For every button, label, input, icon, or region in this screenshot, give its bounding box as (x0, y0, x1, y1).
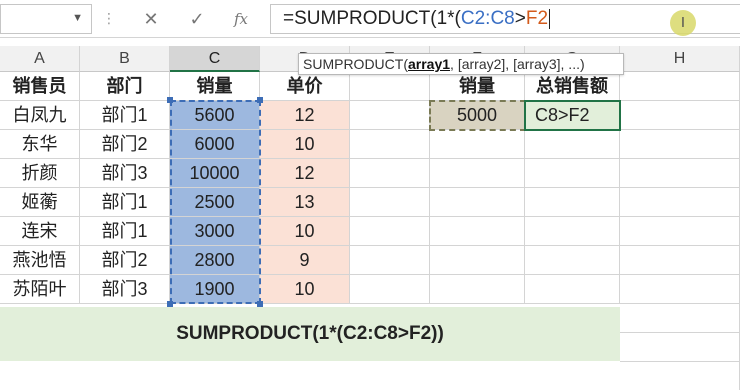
empty-cell[interactable] (620, 159, 740, 188)
empty-cell[interactable] (525, 130, 620, 159)
empty-cell[interactable] (620, 72, 740, 101)
price-cell[interactable]: 13 (260, 188, 350, 217)
empty-cell[interactable] (350, 246, 430, 275)
empty-cell[interactable] (620, 130, 740, 159)
empty-cell[interactable] (620, 101, 740, 130)
empty-cell[interactable] (350, 130, 430, 159)
empty-cell[interactable] (430, 130, 525, 159)
empty-cell[interactable] (525, 275, 620, 304)
col-header-h[interactable]: H (620, 46, 740, 72)
table-cell[interactable]: 部门1 (80, 188, 170, 217)
table-cell[interactable]: 部门3 (80, 159, 170, 188)
empty-cell[interactable] (525, 246, 620, 275)
resize-handle[interactable] (257, 97, 263, 103)
price-cell[interactable]: 10 (260, 130, 350, 159)
empty-cell[interactable] (350, 159, 430, 188)
formula-cell-ref: F2 (525, 8, 549, 29)
empty-cell[interactable] (430, 246, 525, 275)
table-cell[interactable]: 部门2 (80, 246, 170, 275)
table-cell[interactable]: 东华 (0, 130, 80, 159)
function-tooltip[interactable]: SUMPRODUCT(array1, [array2], [array3], .… (298, 53, 624, 75)
price-cell[interactable]: 12 (260, 101, 350, 130)
formula-operator: > (514, 8, 526, 29)
empty-cell[interactable] (350, 275, 430, 304)
header-salesperson[interactable]: 销售员 (0, 72, 80, 101)
table-cell[interactable]: 苏陌叶 (0, 275, 80, 304)
empty-cell[interactable] (350, 101, 430, 130)
sales-cell[interactable]: 2800 (170, 246, 260, 275)
empty-cell[interactable] (620, 188, 740, 217)
enter-button[interactable]: ✓ (182, 7, 212, 31)
resize-handle[interactable] (167, 97, 173, 103)
header-sales-volume[interactable]: 销量 (170, 72, 260, 101)
empty-cell[interactable] (430, 188, 525, 217)
cancel-button[interactable]: ✕ (136, 7, 166, 31)
empty-cell[interactable] (620, 217, 740, 246)
col-header-b[interactable]: B (80, 46, 170, 72)
tooltip-current-arg[interactable]: array1 (408, 56, 450, 72)
sales-cell[interactable]: 3000 (170, 217, 260, 246)
table-cell[interactable]: 折颜 (0, 159, 80, 188)
drag-handle-icon[interactable]: ⋮ (102, 10, 116, 27)
price-cell[interactable]: 10 (260, 217, 350, 246)
col-header-a[interactable]: A (0, 46, 80, 72)
table-cell[interactable]: 部门3 (80, 275, 170, 304)
price-cell[interactable]: 12 (260, 159, 350, 188)
table-cell[interactable]: 部门2 (80, 130, 170, 159)
table-cell[interactable]: 部门1 (80, 101, 170, 130)
table-cell[interactable]: 部门1 (80, 217, 170, 246)
empty-cell[interactable] (350, 217, 430, 246)
empty-cell[interactable] (430, 275, 525, 304)
sales-cell[interactable]: 2500 (170, 188, 260, 217)
empty-cell[interactable] (620, 304, 740, 333)
empty-cell[interactable] (525, 188, 620, 217)
empty-cell[interactable] (620, 362, 740, 390)
sales-cell[interactable]: 1900 (170, 275, 260, 304)
empty-cell[interactable] (525, 217, 620, 246)
empty-cell[interactable] (350, 188, 430, 217)
empty-cell[interactable] (620, 275, 740, 304)
price-cell[interactable]: 9 (260, 246, 350, 275)
empty-cell[interactable] (430, 159, 525, 188)
tooltip-rest-args: , [array2], [array3], ...) (450, 56, 585, 72)
sales-cell[interactable]: 6000 (170, 130, 260, 159)
empty-cell[interactable] (620, 246, 740, 275)
empty-cell[interactable] (350, 72, 430, 101)
empty-cell[interactable] (525, 159, 620, 188)
side-header-total[interactable]: 总销售额 (525, 72, 620, 101)
price-cell[interactable]: 10 (260, 275, 350, 304)
text-cursor-icon: I (670, 10, 696, 36)
active-edit-cell[interactable]: C8>F2 (525, 101, 620, 130)
table-cell[interactable]: 燕池悟 (0, 246, 80, 275)
table-cell[interactable]: 姬蘅 (0, 188, 80, 217)
header-unit-price[interactable]: 单价 (260, 72, 350, 101)
table-cell[interactable]: 连宋 (0, 217, 80, 246)
header-department[interactable]: 部门 (80, 72, 170, 101)
name-box[interactable]: ▼ (0, 4, 92, 34)
empty-cell[interactable] (430, 217, 525, 246)
formula-caption-banner: SUMPRODUCT(1*(C2:C8>F2)) (0, 307, 620, 361)
text-caret (549, 8, 551, 29)
chevron-down-icon[interactable]: ▼ (72, 12, 83, 24)
criteria-value-cell[interactable]: 5000 (430, 101, 525, 130)
formula-bar: ▼ ⋮ ✕ ✓ fx =SUMPRODUCT(1*(C2:C8>F2 I (0, 0, 740, 38)
empty-cell[interactable] (620, 333, 740, 362)
side-header-volume[interactable]: 销量 (430, 72, 525, 101)
table-cell[interactable]: 白凤九 (0, 101, 80, 130)
tooltip-fn: SUMPRODUCT( (303, 56, 408, 72)
formula-range-ref: C2:C8 (460, 8, 515, 29)
formula-prefix: =SUMPRODUCT(1*( (283, 8, 461, 29)
sales-cell[interactable]: 5600 (170, 101, 260, 130)
insert-function-button[interactable]: fx (226, 7, 256, 31)
col-header-c[interactable]: C (170, 46, 260, 72)
sales-cell[interactable]: 10000 (170, 159, 260, 188)
